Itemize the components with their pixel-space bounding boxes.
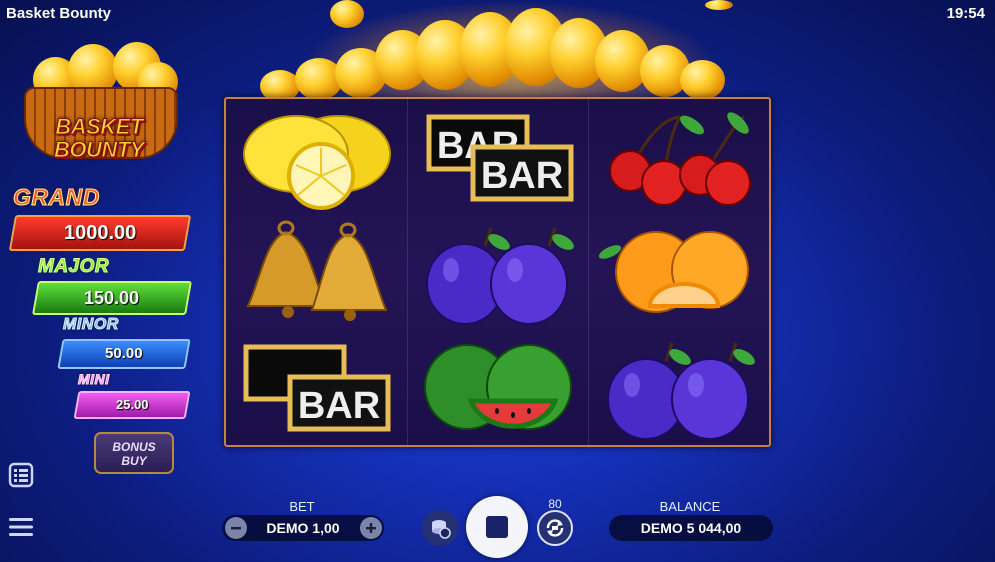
coin-settings-icon[interactable] (422, 510, 458, 546)
minus-icon[interactable] (225, 517, 247, 539)
bonus-buy-line2: BUY (121, 454, 147, 468)
reel-grid: BAR BAR BAR BAR (224, 97, 771, 447)
bar-text-front: BAR (298, 385, 380, 427)
symbol-plum (588, 329, 769, 444)
jackpot-minor-value: 50.00 (57, 339, 191, 369)
lemon-icon (243, 115, 391, 210)
balance-display: DEMO 5 044,00 (609, 515, 773, 541)
symbol-cherry (588, 99, 769, 214)
jackpot-mini-value: 25.00 (73, 391, 191, 419)
symbol-orange (588, 214, 769, 329)
game-logo: BASKET BOUNTY (18, 32, 180, 167)
plum-icon (607, 342, 755, 440)
symbol-lemon (226, 99, 407, 214)
jackpot-grand-label: GRAND (13, 184, 100, 211)
hamburger-menu-icon[interactable] (8, 514, 34, 540)
coin-pile-decoration (250, 0, 750, 102)
symbol-plum (407, 214, 588, 329)
watermelon-icon (424, 344, 572, 430)
bar-text-front: BAR (481, 155, 563, 197)
bar-icon: BAR BAR (426, 114, 574, 202)
balance-label: BALANCE (659, 499, 721, 514)
bet-value: DEMO 1,00 (266, 520, 340, 536)
jackpot-major-label: MAJOR (37, 256, 110, 278)
status-clock: 19:54 (946, 5, 985, 22)
app-title: Basket Bounty (6, 5, 112, 22)
plus-icon[interactable] (360, 517, 382, 539)
bonus-buy-line1: BONUS (112, 440, 156, 454)
logo-text-line2: BOUNTY (54, 137, 145, 163)
paytable-icon[interactable] (8, 462, 34, 488)
jackpot-grand-value: 1000.00 (8, 215, 192, 251)
bet-label: BET (289, 499, 315, 514)
bar-icon: BAR BAR (243, 344, 391, 432)
bell-icon (246, 220, 388, 321)
bonus-buy-button[interactable]: BONUS BUY (94, 432, 174, 474)
symbol-bell (226, 214, 407, 329)
symbol-bar: BAR BAR (226, 329, 407, 444)
symbol-watermelon (407, 329, 588, 444)
plum-icon (426, 227, 574, 325)
symbol-bar: BAR BAR (407, 99, 588, 214)
jackpot-major-value: 150.00 (32, 281, 192, 315)
autoplay-icon[interactable] (537, 510, 573, 546)
jackpot-minor-label: MINOR (63, 316, 119, 334)
cherry-icon (609, 112, 751, 206)
stop-icon (486, 516, 508, 538)
spin-stop-button[interactable] (466, 496, 528, 558)
balance-value: DEMO 5 044,00 (640, 520, 742, 536)
jackpot-mini-label: MINI (78, 371, 110, 388)
autoplay-count: 80 (548, 497, 562, 511)
orange-icon (598, 231, 749, 313)
